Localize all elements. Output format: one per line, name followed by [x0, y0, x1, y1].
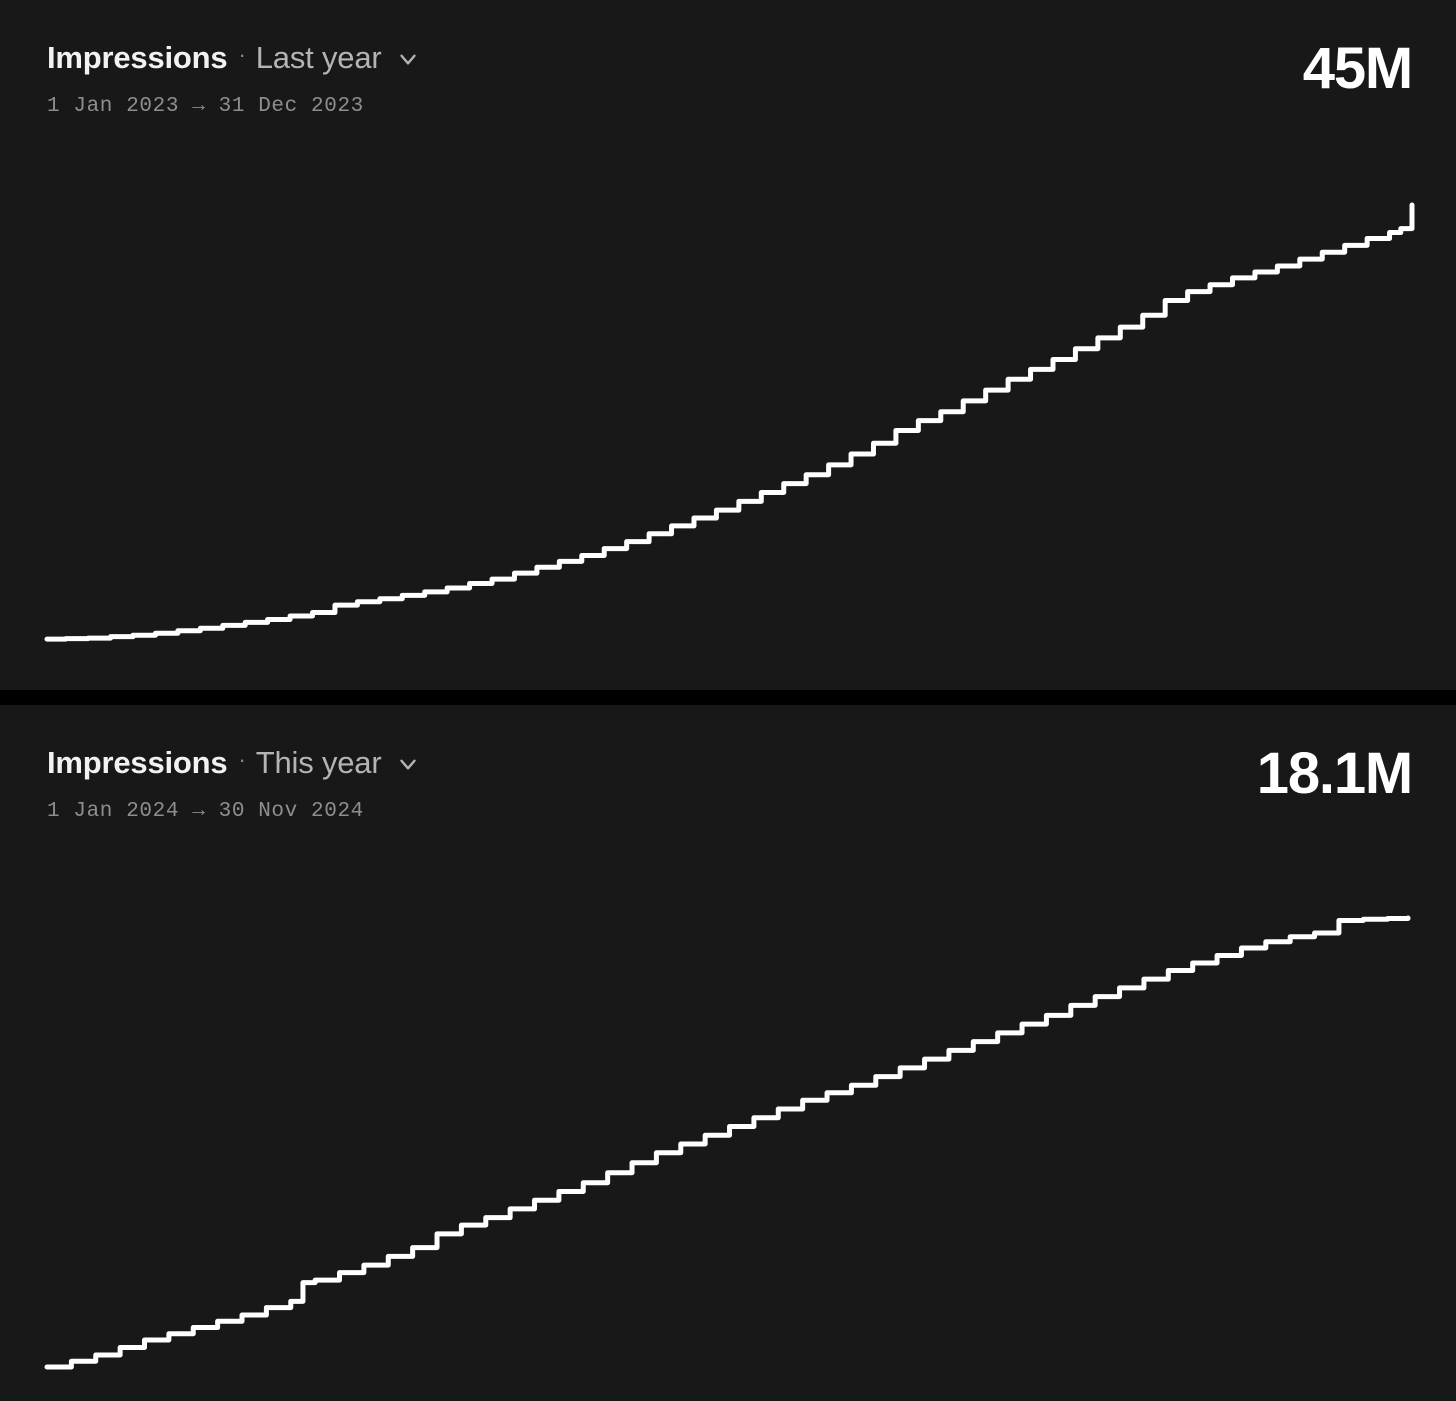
chevron-down-icon[interactable]	[395, 46, 421, 72]
total-value-this-year: 18.1M	[1256, 741, 1413, 806]
chevron-down-icon[interactable]	[395, 751, 421, 777]
panel-divider	[0, 690, 1456, 705]
header-left-last-year: Impressions · Last year 1 Jan 2023 → 31 …	[47, 36, 421, 118]
title-separator: ·	[238, 747, 246, 772]
total-value-last-year: 45M	[1302, 36, 1413, 101]
title-separator: ·	[238, 42, 246, 67]
metric-name: Impressions	[47, 744, 228, 780]
date-range-this-year: 1 Jan 2024 → 30 Nov 2024	[47, 800, 364, 823]
header-left-this-year: Impressions · This year 1 Jan 2024 → 30 …	[47, 741, 421, 823]
range-selector-label[interactable]: Last year	[256, 42, 382, 73]
range-selector-label[interactable]: This year	[256, 747, 382, 778]
metric-name: Impressions	[47, 39, 228, 75]
title-row-this-year: Impressions · This year	[47, 741, 421, 783]
date-range-last-year: 1 Jan 2023 → 31 Dec 2023	[47, 95, 364, 118]
impressions-panel-last-year: Impressions · Last year 1 Jan 2023 → 31 …	[0, 0, 1456, 690]
chart-line-this-year	[47, 918, 1408, 1367]
impressions-panel-this-year: Impressions · This year 1 Jan 2024 → 30 …	[0, 705, 1456, 1401]
title-row-last-year: Impressions · Last year	[47, 36, 421, 78]
chart-line-last-year	[47, 205, 1412, 639]
dashboard-root: Impressions · Last year 1 Jan 2023 → 31 …	[0, 0, 1456, 1401]
